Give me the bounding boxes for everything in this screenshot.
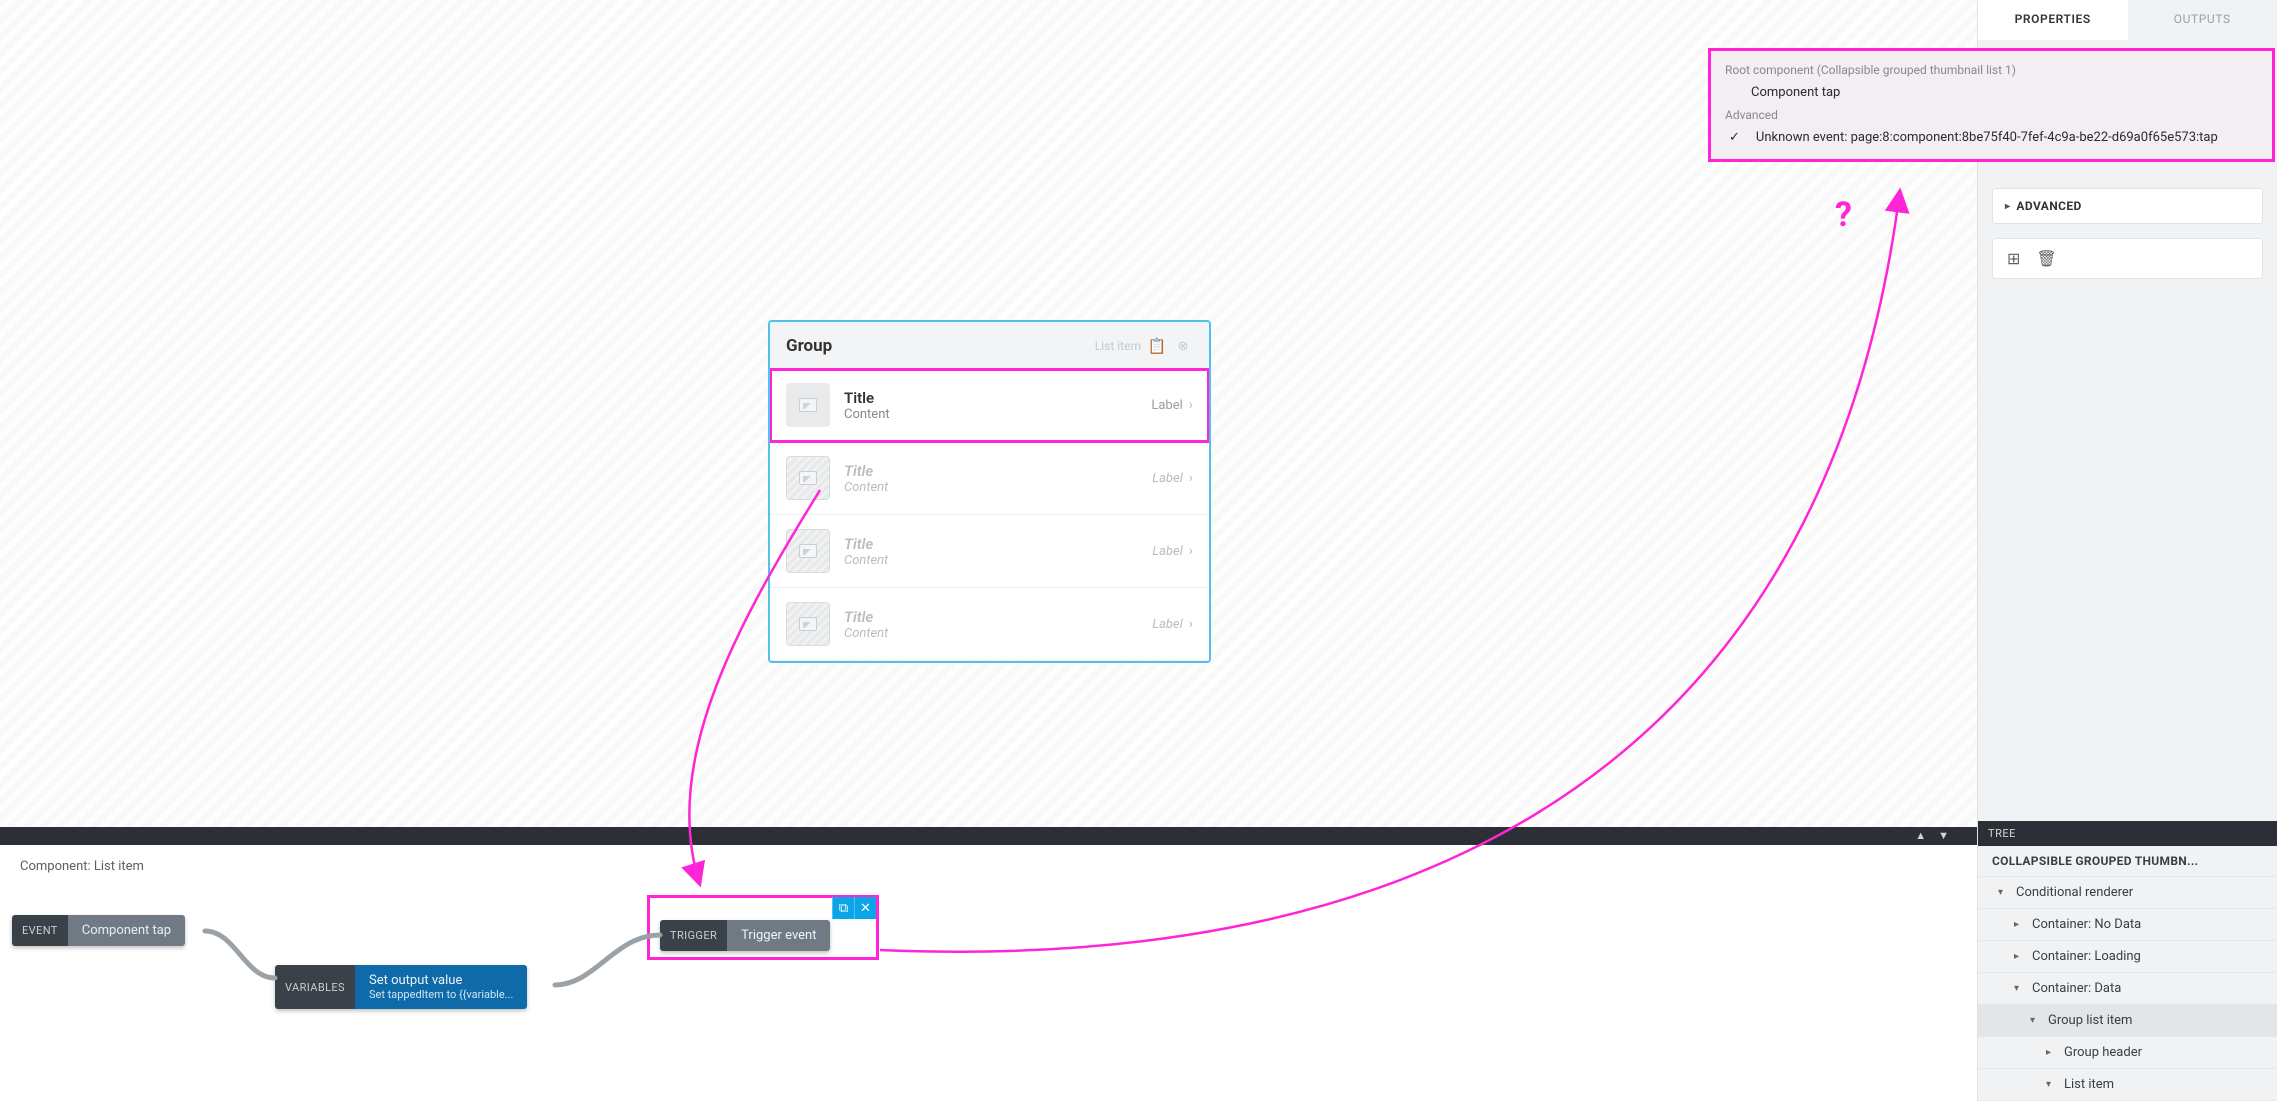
preview-group-header: Group List item 📋 ⊗ xyxy=(770,322,1209,369)
dropdown-group-label: Advanced xyxy=(1721,104,2262,126)
node-tag: VARIABLES xyxy=(275,965,355,1009)
list-item-trailing-label: Label xyxy=(1152,544,1183,559)
collapse-up-icon[interactable]: ▲ xyxy=(1915,829,1926,842)
advanced-section[interactable]: ▸ ADVANCED xyxy=(1992,188,2263,224)
event-picker-dropdown[interactable]: Root component (Collapsible grouped thum… xyxy=(1708,48,2275,162)
tree-label: Container: Loading xyxy=(2032,949,2141,964)
tree-label: Container: Data xyxy=(2032,981,2121,996)
tree-item-container-data[interactable]: ▾ Container: Data xyxy=(1978,973,2277,1005)
list-item-badge: List item xyxy=(1095,339,1141,353)
tree-item-container-loading[interactable]: ▸ Container: Loading xyxy=(1978,941,2277,973)
chevron-right-icon: ▸ xyxy=(2005,201,2010,212)
list-item-trailing-label: Label xyxy=(1151,398,1182,413)
node-label: Set output value xyxy=(369,973,513,988)
tab-outputs[interactable]: OUTPUTS xyxy=(2128,0,2277,40)
logic-editor[interactable]: Component: List item EVENT Component tap… xyxy=(0,845,1977,1101)
logic-breadcrumb: Component: List item xyxy=(0,845,1977,882)
list-item-title: Title xyxy=(844,462,1138,480)
logic-node-event[interactable]: EVENT Component tap xyxy=(12,915,185,946)
right-sidebar: PROPERTIES OUTPUTS untitled ▸ ADVANCED ⊞… xyxy=(1977,0,2277,1101)
chevron-right-icon: › xyxy=(1189,543,1193,559)
caret-right-icon: ▸ xyxy=(2014,951,2026,962)
duplicate-node-button[interactable]: ⧉ xyxy=(832,897,854,919)
caret-down-icon: ▾ xyxy=(2014,983,2026,994)
tree-root[interactable]: COLLAPSIBLE GROUPED THUMBN... xyxy=(1978,846,2277,877)
thumbnail-placeholder-icon xyxy=(786,529,830,573)
dropdown-item-label: Component tap xyxy=(1751,85,1840,100)
list-item-trailing-label: Label xyxy=(1152,471,1183,486)
tree-label: Container: No Data xyxy=(2032,917,2141,932)
trash-icon[interactable]: 🗑 xyxy=(2036,249,2056,268)
list-item-trailing-label: Label xyxy=(1152,617,1183,632)
chevron-right-icon: › xyxy=(1189,397,1193,413)
tree-label: Group list item xyxy=(2048,1013,2132,1028)
list-item-row[interactable]: Title Content Label › xyxy=(770,442,1209,515)
tab-properties[interactable]: PROPERTIES xyxy=(1978,0,2128,40)
close-circle-icon[interactable]: ⊗ xyxy=(1173,336,1193,356)
add-icon[interactable]: ⊞ xyxy=(2007,249,2020,268)
clipboard-icon[interactable]: 📋 xyxy=(1147,336,1167,356)
tree-item-group-list-item[interactable]: ▾ Group list item xyxy=(1978,1005,2277,1037)
tree-label: Conditional renderer xyxy=(2016,885,2133,900)
dropdown-group-label: Root component (Collapsible grouped thum… xyxy=(1721,59,2262,81)
collapse-down-icon[interactable]: ▼ xyxy=(1938,829,1949,842)
caret-down-icon: ▾ xyxy=(2046,1079,2058,1090)
list-item-title: Title xyxy=(844,535,1138,553)
list-item-row[interactable]: Title Content Label › xyxy=(770,369,1209,442)
caret-down-icon: ▾ xyxy=(2030,1015,2042,1026)
node-subline: Set tappedItem to {{variable... xyxy=(369,988,513,1001)
list-item-title: Title xyxy=(844,389,1137,407)
advanced-section-title: ADVANCED xyxy=(2016,199,2081,213)
tree-panel: COLLAPSIBLE GROUPED THUMBN... ▾ Conditio… xyxy=(1978,846,2277,1101)
delete-node-button[interactable]: ✕ xyxy=(854,897,876,919)
thumbnail-placeholder-icon xyxy=(786,602,830,646)
action-row: ⊞ 🗑 xyxy=(1992,238,2263,279)
list-item-row[interactable]: Title Content Label › xyxy=(770,588,1209,661)
thumbnail-placeholder-icon xyxy=(786,383,830,427)
tree-item-container-no-data[interactable]: ▸ Container: No Data xyxy=(1978,909,2277,941)
dropdown-item-label: Unknown event: page:8:component:8be75f40… xyxy=(1756,130,2218,145)
tree-item-list-item[interactable]: ▾ List item xyxy=(1978,1069,2277,1101)
list-item-title: Title xyxy=(844,608,1138,626)
node-label: Component tap xyxy=(82,923,171,938)
dropdown-item-unknown-event[interactable]: Unknown event: page:8:component:8be75f40… xyxy=(1721,126,2262,149)
panel-divider-bar[interactable]: ▲ ▼ xyxy=(0,827,1977,845)
canvas-workspace[interactable]: Group List item 📋 ⊗ Title Content Label … xyxy=(0,0,1977,827)
logic-node-trigger[interactable]: TRIGGER Trigger event xyxy=(660,920,830,951)
annotation-question-mark: ? xyxy=(1835,195,1852,235)
caret-right-icon: ▸ xyxy=(2046,1047,2058,1058)
chevron-right-icon: › xyxy=(1189,470,1193,486)
caret-down-icon: ▾ xyxy=(1998,887,2010,898)
list-item-subtitle: Content xyxy=(844,626,1138,641)
logic-node-variables[interactable]: VARIABLES Set output value Set tappedIte… xyxy=(275,965,527,1009)
tree-item-group-header[interactable]: ▸ Group header xyxy=(1978,1037,2277,1069)
node-tag: TRIGGER xyxy=(660,920,727,951)
tree-label: Group header xyxy=(2064,1045,2142,1060)
node-tag: EVENT xyxy=(12,915,68,946)
component-preview-card[interactable]: Group List item 📋 ⊗ Title Content Label … xyxy=(768,320,1211,663)
dropdown-item-component-tap[interactable]: Component tap xyxy=(1721,81,2262,104)
header-badge-area: List item 📋 ⊗ xyxy=(1095,336,1193,356)
sidebar-tabs: PROPERTIES OUTPUTS xyxy=(1978,0,2277,40)
chevron-right-icon: › xyxy=(1189,616,1193,632)
list-item-subtitle: Content xyxy=(844,407,1137,422)
tree-label: List item xyxy=(2064,1077,2114,1092)
caret-right-icon: ▸ xyxy=(2014,919,2026,930)
group-title: Group xyxy=(786,336,832,356)
list-item-row[interactable]: Title Content Label › xyxy=(770,515,1209,588)
list-item-subtitle: Content xyxy=(844,480,1138,495)
tree-panel-header: TREE xyxy=(1978,821,2277,846)
node-label: Trigger event xyxy=(741,928,816,943)
list-item-subtitle: Content xyxy=(844,553,1138,568)
thumbnail-placeholder-icon xyxy=(786,456,830,500)
tree-label: COLLAPSIBLE GROUPED THUMBN... xyxy=(1992,854,2198,868)
tree-item-conditional-renderer[interactable]: ▾ Conditional renderer xyxy=(1978,877,2277,909)
